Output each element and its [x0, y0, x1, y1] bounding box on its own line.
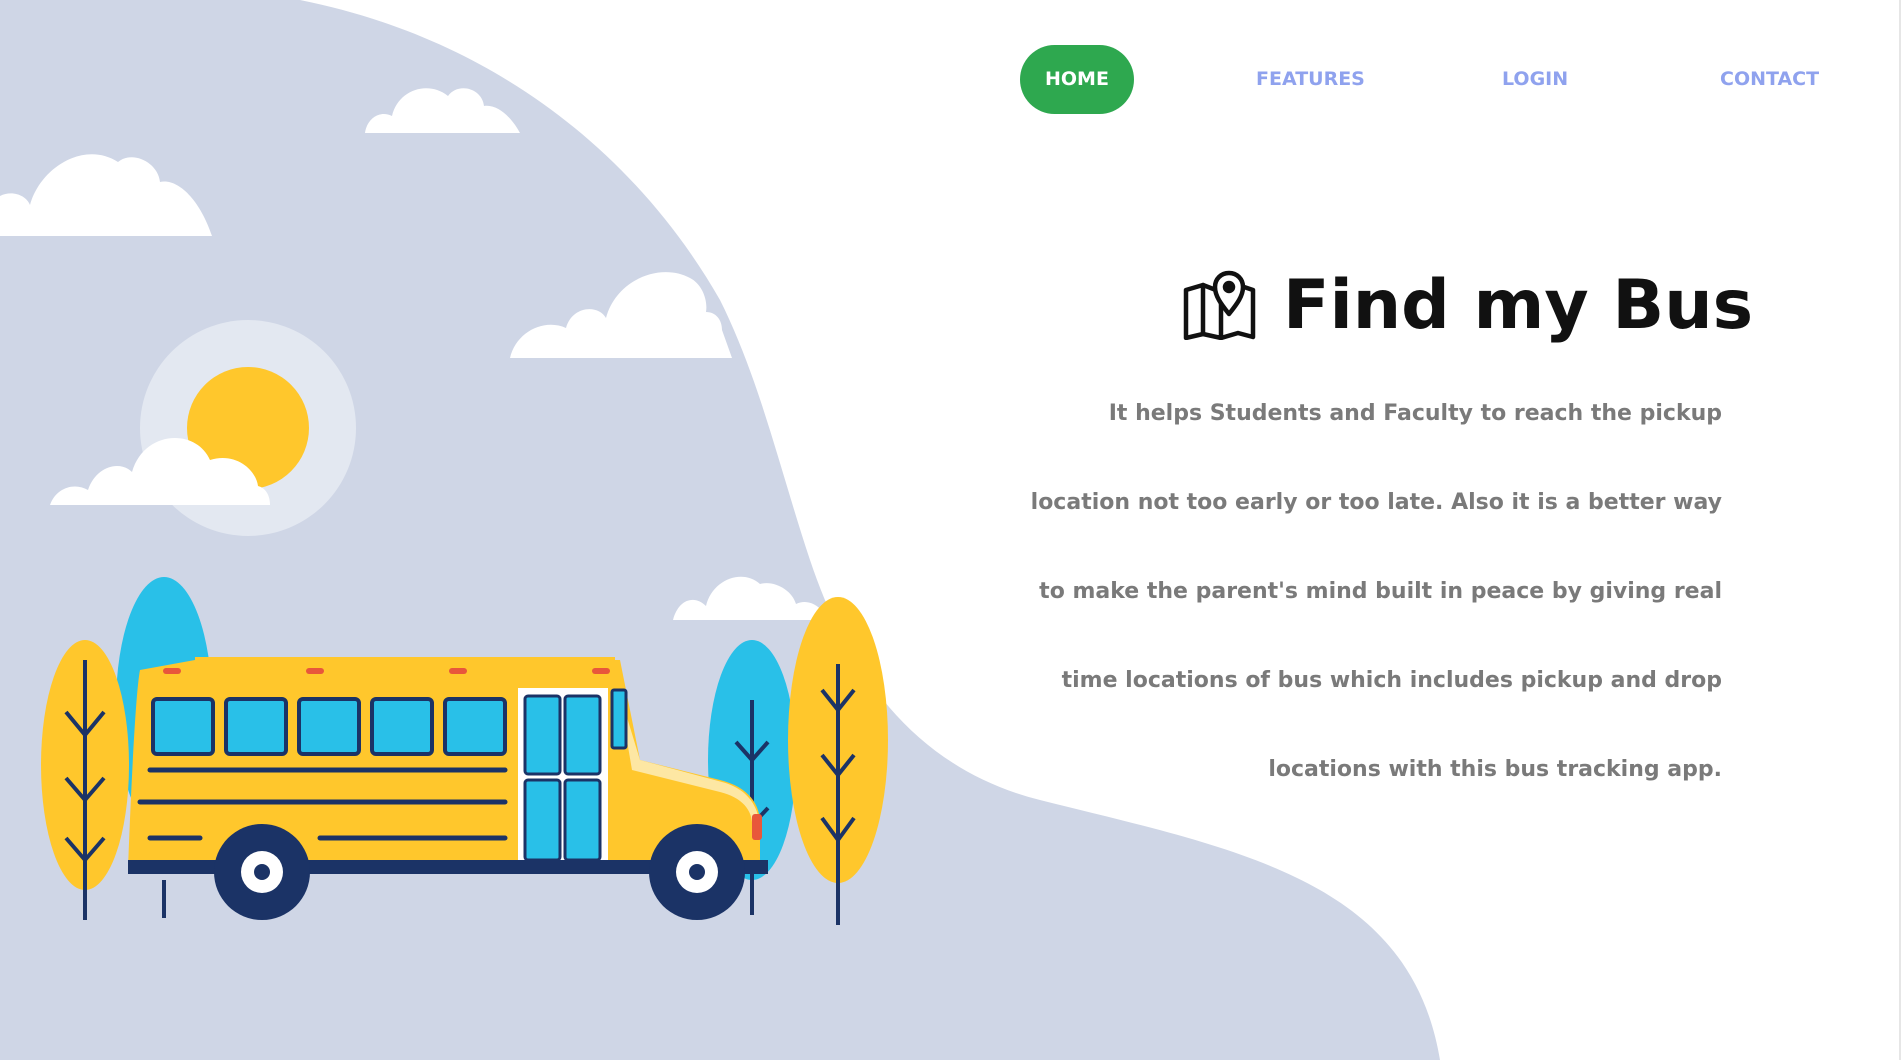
hero-heading: Find my Bus	[1183, 260, 1753, 350]
map-pin-icon	[1183, 270, 1256, 340]
nav-features-link[interactable]: FEATURES	[1256, 45, 1365, 114]
hero-description: It helps Students and Faculty to reach t…	[1030, 401, 1722, 782]
main-nav: HOME FEATURES LOGIN CONTACT	[1020, 45, 1830, 114]
nav-home-link[interactable]: HOME	[1020, 45, 1134, 114]
page-title: Find my Bus	[1283, 265, 1754, 345]
landing-page: HOME FEATURES LOGIN CONTACT Find my Bus …	[0, 0, 1901, 1060]
nav-contact-link[interactable]: CONTACT	[1720, 45, 1819, 114]
window-icon	[151, 697, 507, 756]
nav-login-link[interactable]: LOGIN	[1502, 45, 1568, 114]
wheel-icon	[649, 824, 745, 920]
wheel-icon	[214, 824, 310, 920]
bus-door	[518, 688, 608, 868]
